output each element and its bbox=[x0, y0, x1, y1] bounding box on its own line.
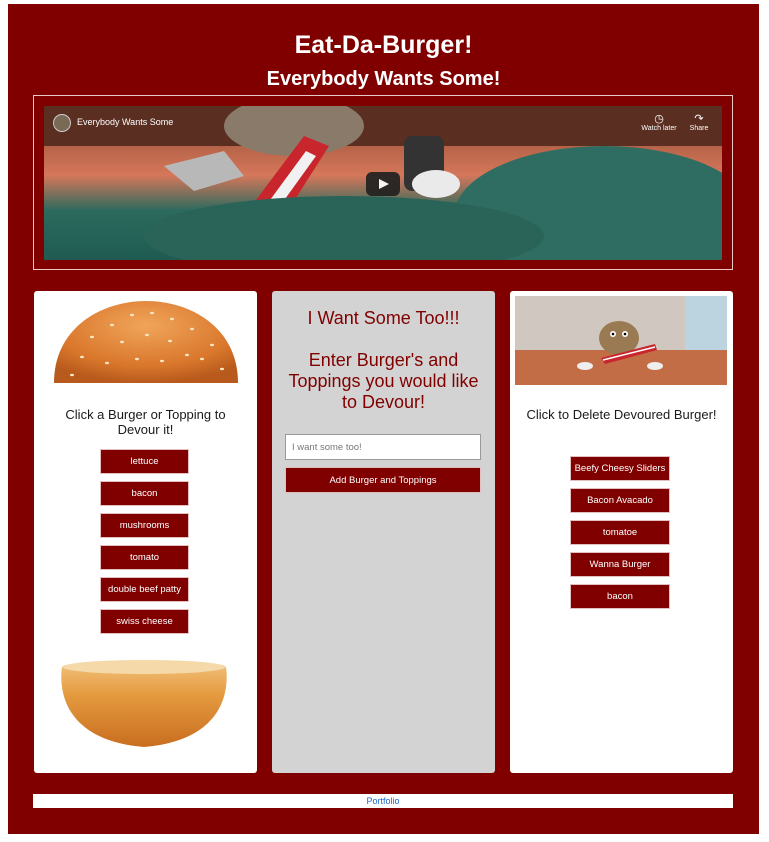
topping-button-bacon[interactable]: bacon bbox=[100, 481, 189, 506]
burger-name-input[interactable] bbox=[285, 434, 481, 460]
page-title: Eat-Da-Burger! bbox=[294, 31, 473, 59]
video-frame: Everybody Wants Some ◷ Watch later ↷ Sha… bbox=[33, 95, 733, 270]
devoured-burger-beefy-cheesy-sliders[interactable]: Beefy Cheesy Sliders bbox=[570, 456, 670, 481]
devoured-burger-bacon[interactable]: bacon bbox=[570, 584, 670, 609]
watch-later-label: Watch later bbox=[641, 125, 677, 132]
devour-instruction: Click a Burger or Topping to Devour it! bbox=[65, 407, 226, 437]
watch-later-button[interactable]: ◷ Watch later bbox=[639, 113, 679, 132]
footer: Portfolio bbox=[33, 794, 733, 808]
devoured-burger-bacon-avacado[interactable]: Bacon Avacado bbox=[570, 488, 670, 513]
play-button[interactable] bbox=[366, 172, 400, 196]
page-container: Eat-Da-Burger! Everybody Wants Some! Eve… bbox=[8, 4, 759, 834]
share-button[interactable]: ↷ Share bbox=[679, 113, 719, 132]
topping-button-mushrooms[interactable]: mushrooms bbox=[100, 513, 189, 538]
want-some-heading: I Want Some Too!!! bbox=[307, 308, 460, 328]
bottom-bun-image bbox=[61, 660, 227, 747]
add-burger-button[interactable]: Add Burger and Toppings bbox=[285, 467, 481, 493]
guitar-potato-image bbox=[515, 296, 727, 385]
topping-button-tomato[interactable]: tomato bbox=[100, 545, 189, 570]
burger-toppings-panel: Click a Burger or Topping to Devour it! … bbox=[34, 291, 257, 773]
share-icon: ↷ bbox=[694, 113, 704, 125]
youtube-video-player[interactable]: Everybody Wants Some ◷ Watch later ↷ Sha… bbox=[44, 106, 722, 260]
video-title[interactable]: Everybody Wants Some bbox=[77, 117, 173, 127]
top-bun-image bbox=[54, 301, 238, 383]
devoured-burger-wanna-burger[interactable]: Wanna Burger bbox=[570, 552, 670, 577]
topping-button-swiss-cheese[interactable]: swiss cheese bbox=[100, 609, 189, 634]
guitar-potato-illustration bbox=[515, 296, 727, 385]
clock-icon: ◷ bbox=[654, 113, 664, 125]
devoured-burger-tomatoe[interactable]: tomatoe bbox=[570, 520, 670, 545]
portfolio-link[interactable]: Portfolio bbox=[366, 796, 399, 806]
share-label: Share bbox=[689, 125, 709, 132]
add-burger-panel: I Want Some Too!!! Enter Burger's and To… bbox=[272, 291, 495, 773]
topping-button-double-beef-patty[interactable]: double beef patty bbox=[100, 577, 189, 602]
delete-instruction: Click to Delete Devoured Burger! bbox=[526, 407, 717, 422]
page-subtitle: Everybody Wants Some! bbox=[266, 68, 501, 90]
enter-burger-heading: Enter Burger's and Toppings you would li… bbox=[288, 350, 479, 412]
topping-button-lettuce[interactable]: lettuce bbox=[100, 449, 189, 474]
channel-avatar[interactable] bbox=[53, 114, 71, 132]
devoured-burgers-panel: Click to Delete Devoured Burger! Beefy C… bbox=[510, 291, 733, 773]
